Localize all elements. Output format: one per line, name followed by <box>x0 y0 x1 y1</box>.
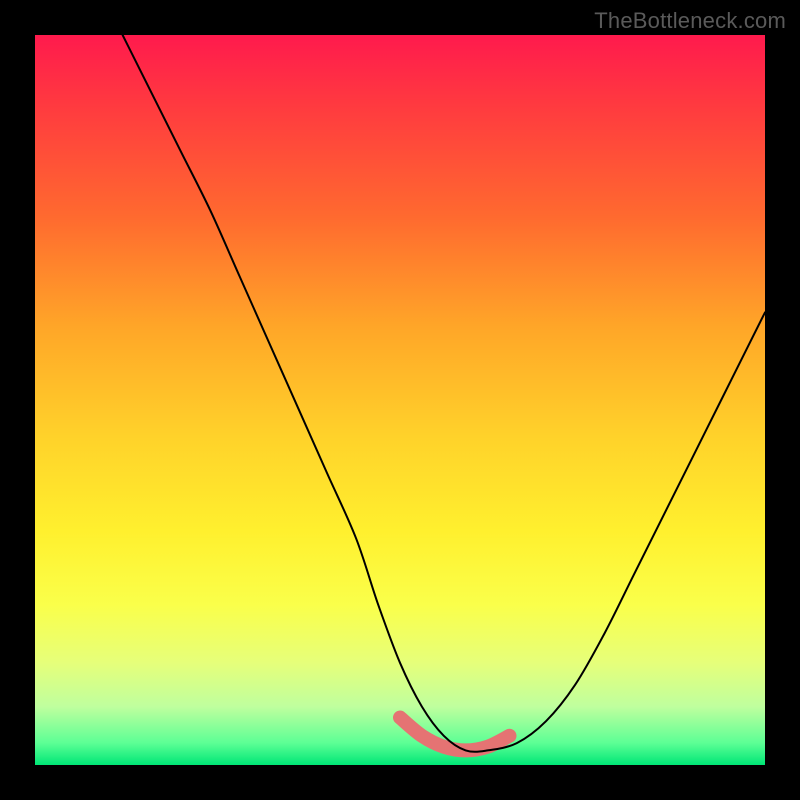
chart-svg <box>35 35 765 765</box>
watermark-text: TheBottleneck.com <box>594 8 786 34</box>
bottleneck-curve <box>123 35 765 752</box>
chart-frame: TheBottleneck.com <box>0 0 800 800</box>
chart-plot-area <box>35 35 765 765</box>
